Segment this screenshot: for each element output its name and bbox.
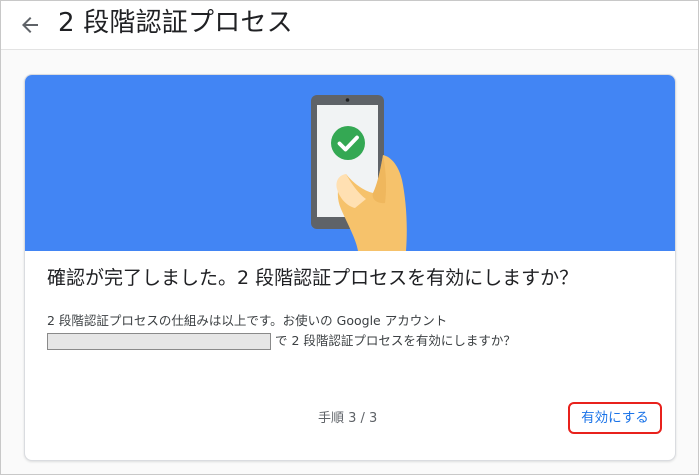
confirmation-card: 確認が完了しました。2 段階認証プロセスを有効にしますか？ 2 段階認証プロセス… (24, 74, 676, 461)
step-indicator: 手順 3 / 3 (318, 411, 378, 426)
description-text: 2 段階認証プロセスの仕組みは以上です。お使いの Google アカウント (47, 313, 448, 328)
illustration-banner (25, 75, 675, 251)
page-title: 2 段階認証プロセス (58, 8, 293, 38)
phone-illustration (311, 95, 407, 251)
confirmation-question: 確認が完了しました。2 段階認証プロセスを有効にしますか？ (47, 267, 579, 289)
header: 2 段階認証プロセス (1, 1, 698, 50)
enable-button[interactable]: 有効にする (568, 402, 662, 434)
arrow-left-icon (22, 17, 38, 33)
description-text-continued: で 2 段階認証プロセスを有効にしますか？ (275, 333, 516, 348)
checkmark-icon (331, 126, 365, 160)
redacted-account-email (47, 333, 271, 350)
page: 2 段階認証プロセス 確認が完了しました。2 段階認証プロセスを有効にしますか？… (1, 1, 698, 474)
back-button[interactable] (18, 13, 42, 37)
